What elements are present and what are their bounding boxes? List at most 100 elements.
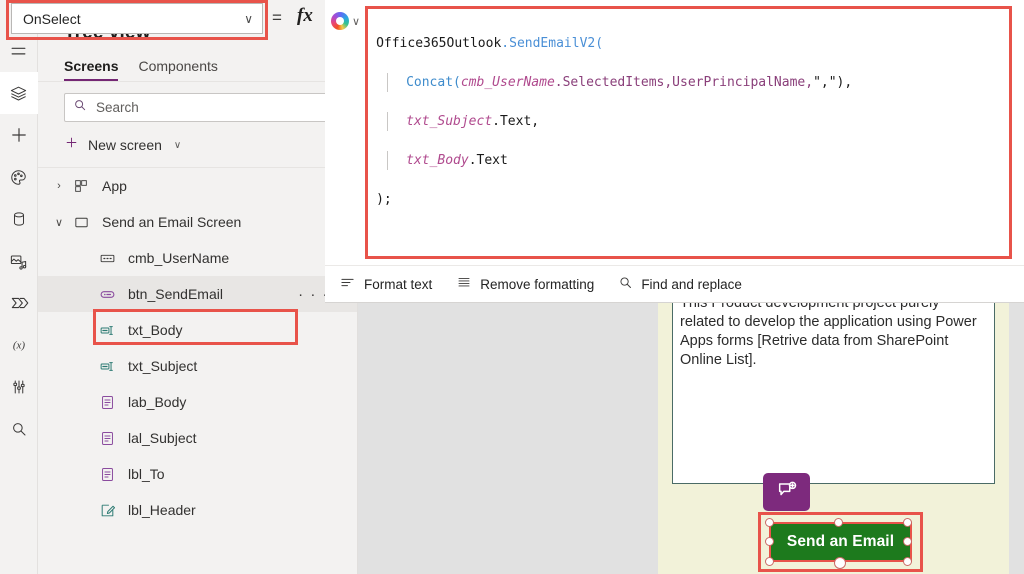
formula-token-control-subject: txt_Subject: [406, 113, 493, 129]
resize-handle-sw[interactable]: [764, 557, 774, 566]
tree-item-lbl-header[interactable]: lbl_Header: [38, 492, 357, 528]
formula-line-4: txt_Body.Text: [376, 150, 1001, 170]
formula-toolbar[interactable]: Format text Remove formatting Find and r…: [325, 265, 1024, 302]
textinput-icon: [96, 322, 118, 339]
formula-token-close: );: [376, 191, 392, 207]
remove-formatting-label: Remove formatting: [480, 276, 595, 292]
formula-token-close-concat: ),: [836, 74, 853, 90]
tree-item-send-an-email-screen[interactable]: ∨ Send an Email Screen: [38, 204, 357, 240]
body-text-input[interactable]: This Product development project purely …: [672, 288, 995, 484]
indent-guide: [387, 111, 389, 131]
formula-code[interactable]: Office365Outlook.SendEmailV2( Concat(cmb…: [376, 14, 1001, 248]
combobox-icon: [96, 250, 118, 267]
tree-item-list[interactable]: › App ∨ Send an Email Screen cmb_UserNam…: [38, 168, 357, 528]
format-text-label: Format text: [364, 276, 433, 292]
resize-handle-e[interactable]: [903, 537, 912, 546]
tree-item-label: Send an Email Screen: [102, 214, 242, 230]
property-selector-wrap[interactable]: OnSelect ∨: [11, 3, 263, 34]
formula-editor[interactable]: Office365Outlook.SendEmailV2( Concat(cmb…: [365, 6, 1012, 259]
richtext-icon: [96, 502, 118, 519]
search-box[interactable]: [64, 93, 343, 122]
search-icon[interactable]: [0, 408, 38, 450]
search-input[interactable]: [94, 99, 334, 116]
formula-token-text-prop: .Text,: [492, 113, 540, 129]
themes-icon[interactable]: [0, 156, 38, 198]
textinput-icon: [96, 358, 118, 375]
resize-handle-nw[interactable]: [764, 517, 774, 527]
tree-item-cmb-username[interactable]: cmb_UserName: [38, 240, 357, 276]
tree-item-lbl-to[interactable]: lbl_To: [38, 456, 357, 492]
search-row: [38, 82, 357, 122]
format-text-button[interactable]: Format text: [339, 275, 432, 293]
tree-item-btn-sendemail[interactable]: btn_SendEmail · · ·: [38, 276, 357, 312]
property-dropdown-value: OnSelect: [23, 10, 81, 27]
find-replace-label: Find and replace: [641, 276, 742, 292]
chevron-down-icon[interactable]: ∨: [352, 15, 360, 28]
formula-top-row: ∨ Office365Outlook.SendEmailV2( Concat(c…: [325, 0, 1024, 265]
resize-handle-se[interactable]: [903, 557, 912, 566]
remove-formatting-button[interactable]: Remove formatting: [456, 275, 594, 293]
indent-guide: [387, 72, 389, 92]
variables-icon[interactable]: (x): [0, 324, 38, 366]
chevron-down-icon[interactable]: ∨: [244, 12, 253, 26]
formula-token-text-prop: .Text: [468, 152, 508, 168]
search-icon: [73, 98, 87, 117]
menu-icon[interactable]: [0, 30, 38, 72]
tree-view-icon[interactable]: [0, 72, 38, 114]
find-and-replace-button[interactable]: Find and replace: [618, 275, 742, 293]
screen-icon: [70, 214, 92, 231]
power-automate-icon[interactable]: [0, 282, 38, 324]
find-replace-icon: [618, 275, 633, 293]
new-screen-button[interactable]: New screen ∨: [38, 122, 357, 168]
expand-chevron-icon[interactable]: ›: [48, 180, 70, 192]
tree-item-txt-subject[interactable]: txt_Subject: [38, 348, 357, 384]
tree-item-lab-body[interactable]: lab_Body: [38, 384, 357, 420]
tab-components[interactable]: Components: [138, 58, 217, 81]
formula-token-fn-namespace: Office365Outlook: [376, 35, 502, 51]
media-icon[interactable]: [0, 240, 38, 282]
tree-item-label: txt_Subject: [128, 358, 198, 374]
add-comment-icon: [776, 479, 798, 506]
tree-item-label: txt_Body: [128, 322, 183, 338]
app-grid-icon: [70, 178, 92, 194]
tree-item-label: lbl_To: [128, 466, 165, 482]
tab-screens[interactable]: Screens: [64, 58, 119, 81]
resize-handle-ne[interactable]: [903, 517, 912, 527]
fx-icon: fx: [297, 5, 313, 26]
label-icon: [96, 430, 118, 447]
tree-view-tabs[interactable]: Screens Components: [38, 44, 357, 82]
new-screen-label: New screen: [88, 137, 162, 153]
resize-handle-n[interactable]: [834, 517, 843, 527]
indent-guide: [387, 150, 389, 170]
formula-token-delimiter-string: ",": [813, 74, 837, 90]
chevron-down-icon[interactable]: ∨: [174, 140, 181, 151]
formula-bar-panel[interactable]: ∨ Office365Outlook.SendEmailV2( Concat(c…: [325, 0, 1024, 303]
data-icon[interactable]: [0, 198, 38, 240]
formula-line-2: Concat(cmb_UserName.SelectedItems,UserPr…: [376, 72, 1001, 92]
formula-line-5: );: [376, 190, 1001, 210]
copilot-button[interactable]: ∨: [331, 6, 360, 30]
formula-line-3: txt_Subject.Text,: [376, 111, 1001, 131]
resize-handle-s[interactable]: [834, 557, 846, 569]
resize-handle-w[interactable]: [764, 537, 774, 546]
formula-token-props: .SelectedItems,UserPrincipalName,: [554, 74, 814, 90]
tree-item-lal-subject[interactable]: lal_Subject: [38, 420, 357, 456]
add-comment-button[interactable]: [763, 473, 810, 511]
settings-icon[interactable]: [0, 366, 38, 408]
copilot-orb-icon: [331, 12, 349, 30]
tree-item-txt-body[interactable]: txt_Body: [38, 312, 357, 348]
equals-sign: =: [272, 8, 282, 27]
send-email-button-group[interactable]: Send an Email: [763, 516, 918, 569]
insert-icon[interactable]: [0, 114, 38, 156]
left-icon-rail[interactable]: (x): [0, 0, 38, 574]
formula-line-1: Office365Outlook.SendEmailV2(: [376, 34, 1001, 54]
property-dropdown[interactable]: OnSelect ∨: [11, 3, 263, 34]
tree-item-app[interactable]: › App: [38, 168, 357, 204]
tree-item-label: lab_Body: [128, 394, 187, 410]
tree-view-panel[interactable]: Tree view › Screens Components New scree…: [38, 0, 358, 574]
collapse-chevron-icon[interactable]: ∨: [48, 216, 70, 229]
format-text-icon: [339, 275, 356, 293]
remove-formatting-icon: [456, 275, 472, 293]
button-icon: [96, 286, 118, 303]
send-email-button[interactable]: Send an Email: [769, 522, 912, 562]
